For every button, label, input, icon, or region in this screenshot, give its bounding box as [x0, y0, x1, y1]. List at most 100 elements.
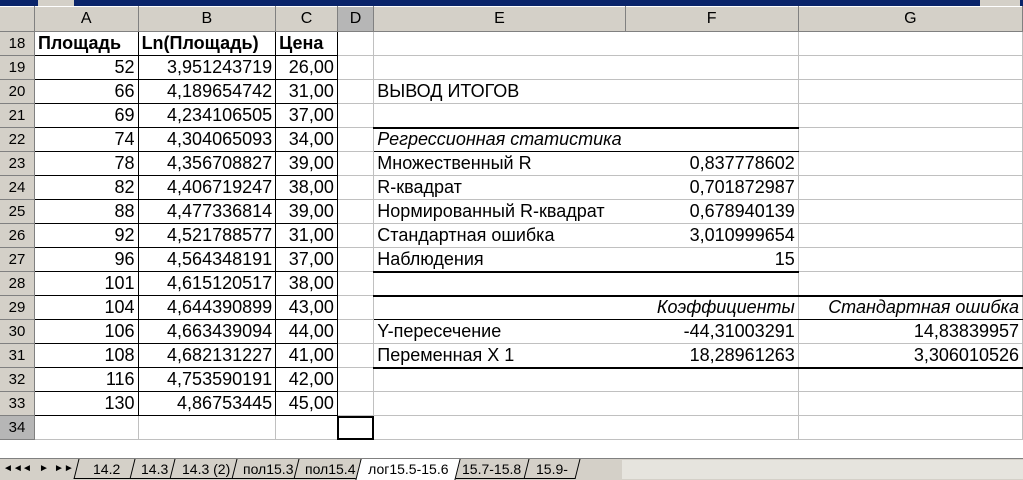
next-sheet-button[interactable]: ► — [37, 462, 51, 476]
cell-a[interactable]: 92 — [33, 223, 139, 248]
cell-f[interactable]: 15 — [625, 247, 799, 273]
cell-e[interactable] — [373, 103, 626, 128]
cell-g[interactable] — [798, 79, 1023, 104]
cell-d[interactable] — [337, 415, 375, 440]
cell-g[interactable] — [798, 103, 1023, 128]
cell-g[interactable]: Стандартная ошибка — [798, 294, 1023, 320]
cell-b[interactable]: 4,189654742 — [137, 79, 277, 104]
cell-c[interactable]: 39,00 — [275, 151, 338, 176]
cell-f[interactable] — [625, 55, 799, 80]
cell-d[interactable] — [337, 31, 375, 56]
cell-b[interactable]: 4,564348191 — [137, 247, 277, 272]
cell-g[interactable] — [798, 151, 1023, 176]
row-header[interactable]: 18 — [0, 31, 35, 56]
cell-d[interactable] — [337, 175, 375, 200]
cell-e[interactable]: Множественный R — [373, 151, 626, 176]
cell-e[interactable]: Нормированный R-квадрат — [373, 199, 626, 224]
row-header[interactable]: 27 — [0, 247, 35, 272]
row-header[interactable]: 30 — [0, 319, 35, 344]
cell-f[interactable]: Коэффициенты — [625, 294, 799, 320]
row-header[interactable]: 23 — [0, 151, 35, 176]
cell-c[interactable]: 41,00 — [275, 343, 338, 368]
cell-b[interactable]: 4,644390899 — [137, 295, 277, 320]
column-header-d[interactable]: D — [337, 6, 375, 32]
cell-e[interactable]: Наблюдения — [373, 247, 626, 273]
cell-e[interactable]: Регрессионная статистика — [373, 126, 626, 152]
cell-g[interactable] — [798, 199, 1023, 224]
cell-c[interactable]: 26,00 — [275, 55, 338, 80]
column-header-c[interactable]: C — [275, 6, 338, 32]
cell-e[interactable] — [373, 391, 626, 416]
cell-c[interactable]: 43,00 — [275, 295, 338, 320]
row-header[interactable]: 25 — [0, 199, 35, 224]
cell-b[interactable]: 4,356708827 — [137, 151, 277, 176]
row-header[interactable]: 31 — [0, 343, 35, 368]
row-header[interactable]: 21 — [0, 103, 35, 128]
cell-a[interactable]: 82 — [33, 175, 139, 200]
cell-d[interactable] — [337, 271, 375, 296]
cell-b[interactable]: 3,951243719 — [137, 55, 277, 80]
select-all-corner[interactable] — [0, 6, 35, 32]
cell-f[interactable]: -44,31003291 — [625, 319, 799, 344]
cell-f[interactable]: 3,010999654 — [625, 223, 799, 248]
cell-e[interactable]: Стандартная ошибка — [373, 223, 626, 248]
cell-d[interactable] — [337, 127, 375, 152]
cell-f[interactable]: 0,701872987 — [625, 175, 799, 200]
cell-d[interactable] — [337, 295, 375, 320]
cell-a[interactable]: 116 — [33, 367, 139, 392]
cell-e[interactable] — [373, 294, 626, 320]
cell-a[interactable]: 101 — [33, 271, 139, 296]
cell-g[interactable] — [798, 31, 1023, 56]
column-header-b[interactable]: B — [138, 6, 277, 32]
row-header[interactable]: 29 — [0, 295, 35, 320]
row-header[interactable]: 20 — [0, 79, 35, 104]
cell-d[interactable] — [337, 151, 375, 176]
cell-g[interactable]: 14,83839957 — [798, 319, 1023, 344]
row-header[interactable]: 28 — [0, 271, 35, 296]
cell-a[interactable]: 106 — [33, 319, 139, 344]
cell-f[interactable] — [625, 79, 799, 104]
cell-a[interactable] — [34, 415, 139, 440]
cell-e[interactable]: Y-пересечение — [373, 319, 626, 344]
column-header-f[interactable]: F — [625, 6, 799, 32]
row-header[interactable]: 24 — [0, 175, 35, 200]
cell-g[interactable] — [798, 391, 1023, 416]
cell-c[interactable]: 37,00 — [275, 103, 338, 128]
cell-d[interactable] — [337, 223, 375, 248]
row-header[interactable]: 32 — [0, 367, 35, 392]
cell-c[interactable]: 31,00 — [275, 223, 338, 248]
cell-b[interactable]: 4,615120517 — [137, 271, 277, 296]
cell-a[interactable]: 66 — [33, 79, 139, 104]
cell-c[interactable]: 38,00 — [275, 271, 338, 296]
row-header[interactable]: 33 — [0, 391, 35, 416]
cell-b[interactable]: 4,477336814 — [137, 199, 277, 224]
cell-a[interactable]: 78 — [33, 151, 139, 176]
cell-f[interactable] — [625, 391, 799, 416]
cell-c[interactable]: 42,00 — [275, 367, 338, 392]
sheet-tab[interactable]: лог15.5-15.6 — [355, 459, 461, 480]
cell-g[interactable] — [798, 271, 1023, 296]
cell-e[interactable]: Переменная X 1 — [373, 343, 626, 369]
cell-f[interactable] — [625, 126, 799, 152]
cell-b[interactable]: 4,521788577 — [137, 223, 277, 248]
row-header[interactable]: 26 — [0, 223, 35, 248]
first-sheet-button[interactable]: ◄◄ — [3, 462, 23, 476]
cell-g[interactable] — [798, 247, 1023, 272]
cell-f[interactable] — [625, 367, 799, 392]
cell-b[interactable]: 4,86753445 — [137, 391, 277, 416]
cell-g[interactable] — [798, 127, 1023, 152]
cell-a[interactable]: 88 — [33, 199, 139, 224]
column-header-g[interactable]: G — [798, 6, 1023, 32]
cell-a[interactable]: 96 — [33, 247, 139, 272]
cell-b[interactable]: 4,234106505 — [137, 103, 277, 128]
cell-e[interactable] — [373, 31, 626, 56]
cell-c[interactable]: 45,00 — [275, 391, 338, 416]
cell-a[interactable]: 74 — [33, 127, 139, 152]
cell-e[interactable] — [373, 367, 626, 392]
cell-c[interactable]: 38,00 — [275, 175, 338, 200]
cell-f[interactable] — [625, 415, 799, 440]
horizontal-scrollbar[interactable] — [622, 460, 1023, 479]
cell-a[interactable]: 52 — [33, 55, 139, 80]
cell-d[interactable] — [337, 367, 375, 392]
row-header[interactable]: 34 — [0, 415, 35, 440]
